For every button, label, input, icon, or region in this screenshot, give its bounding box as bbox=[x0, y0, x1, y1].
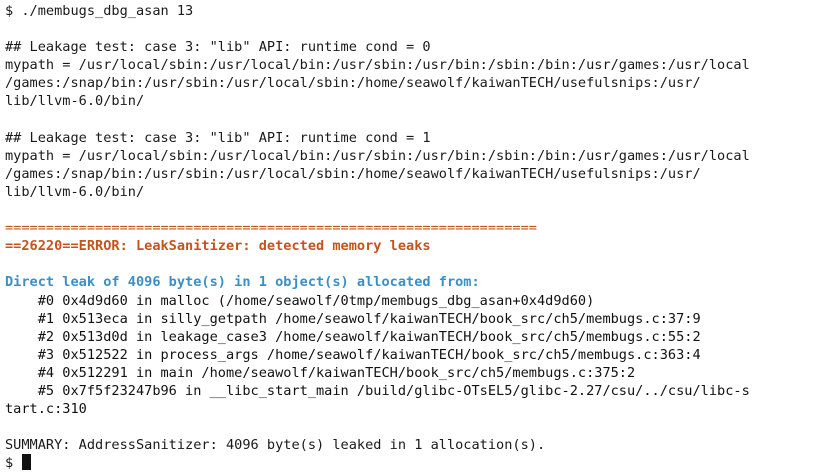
terminal-line-frame: #4 0x512291 in main /home/seawolf/kaiwan… bbox=[5, 364, 636, 381]
terminal-line-frame: #0 0x4d9d60 in malloc (/home/seawolf/0tm… bbox=[5, 292, 595, 309]
terminal-line-plain: mypath = /usr/local/sbin:/usr/local/bin:… bbox=[5, 147, 750, 164]
terminal-line-plain: mypath = /usr/local/sbin:/usr/local/bin:… bbox=[5, 57, 750, 74]
terminal-line-plain: SUMMARY: AddressSanitizer: 4096 byte(s) … bbox=[5, 437, 546, 454]
terminal-line-frame: #2 0x513d0d in leakage_case3 /home/seawo… bbox=[5, 328, 701, 345]
terminal-line-plain: /games:/snap/bin:/usr/sbin:/usr/local/sb… bbox=[5, 75, 701, 92]
terminal-line-plain bbox=[5, 201, 832, 219]
terminal-line-plain: $ ./membugs_dbg_asan 13 bbox=[5, 3, 194, 19]
terminal-line-frame: tart.c:310 bbox=[5, 401, 87, 418]
terminal-line-plain: lib/llvm-6.0/bin/ bbox=[5, 93, 145, 110]
terminal-line-separator: ========================================… bbox=[5, 220, 537, 237]
terminal-line-direct: Direct leak of 4096 byte(s) in 1 object(… bbox=[5, 274, 480, 291]
terminal-line-plain bbox=[5, 418, 832, 436]
terminal-line-plain bbox=[5, 111, 832, 129]
terminal-line-plain: lib/llvm-6.0/bin/ bbox=[5, 183, 145, 200]
terminal-line-plain bbox=[5, 255, 832, 273]
shell-prompt: $ bbox=[5, 455, 22, 472]
terminal-line-error: ==26220==ERROR: LeakSanitizer: detected … bbox=[5, 238, 431, 255]
terminal-line-plain: ## Leakage test: case 3: "lib" API: runt… bbox=[5, 39, 431, 56]
terminal-line-plain bbox=[5, 20, 832, 38]
prompt-line[interactable]: $ bbox=[5, 454, 832, 472]
text-cursor bbox=[22, 454, 32, 471]
terminal-line-frame: #1 0x513eca in silly_getpath /home/seawo… bbox=[5, 310, 701, 327]
terminal-line-frame: #5 0x7f5f23247b96 in __libc_start_main /… bbox=[5, 382, 750, 399]
terminal-line-plain: ## Leakage test: case 3: "lib" API: runt… bbox=[5, 129, 431, 146]
terminal-line-plain: /games:/snap/bin:/usr/sbin:/usr/local/sb… bbox=[5, 165, 701, 182]
terminal-line-frame: #3 0x512522 in process_args /home/seawol… bbox=[5, 346, 701, 363]
terminal-window[interactable]: $ ./membugs_dbg_asan 13 ## Leakage test: … bbox=[0, 0, 832, 476]
terminal-output: $ ./membugs_dbg_asan 13 ## Leakage test: … bbox=[5, 2, 832, 454]
